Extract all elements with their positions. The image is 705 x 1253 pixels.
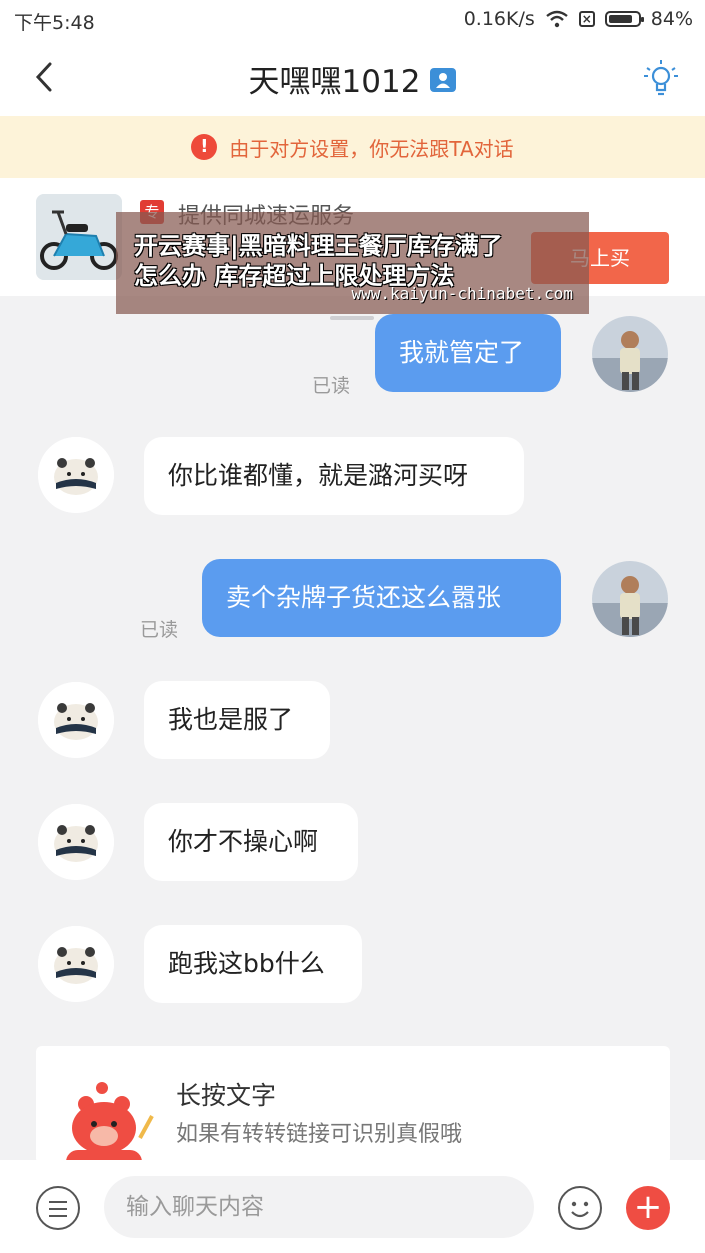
chat-input[interactable]	[104, 1176, 534, 1238]
divider	[330, 316, 374, 320]
overlay-site: www.kaiyun-chinabet.com	[351, 284, 573, 303]
battery-fill	[608, 15, 633, 23]
contact-name: 天嘿嘿1012	[248, 64, 421, 100]
my-avatar[interactable]	[592, 316, 668, 392]
network-speed: 0.16K/s	[463, 8, 535, 30]
warning-icon: !	[191, 134, 218, 160]
message-bubble-incoming[interactable]: 你才不操心啊	[144, 803, 358, 881]
tip-title: 长按文字	[176, 1081, 277, 1110]
message-bubble-incoming[interactable]: 我也是服了	[144, 681, 330, 759]
contact-avatar[interactable]	[38, 926, 114, 1002]
profile-card-icon[interactable]	[430, 67, 457, 92]
read-receipt: 已读	[312, 375, 351, 397]
page-title: 天嘿嘿1012	[0, 56, 705, 101]
blocked-notice: ! 由于对方设置，你无法跟TA对话	[0, 116, 705, 178]
emoji-icon[interactable]	[558, 1186, 602, 1230]
status-bar: 下午5:48 0.16K/s × 84%	[0, 0, 705, 38]
chat-header: 天嘿嘿1012	[0, 38, 705, 116]
status-time: 下午5:48	[14, 12, 95, 34]
tip-card: 长按文字 如果有转转链接可识别真假哦	[36, 1046, 670, 1164]
scooter-thumbnail[interactable]	[36, 194, 122, 280]
tip-subtitle: 如果有转转链接可识别真假哦	[176, 1122, 463, 1147]
contact-avatar[interactable]	[38, 804, 114, 880]
message-bubble-incoming[interactable]: 跑我这bb什么	[144, 925, 362, 1003]
plus-icon[interactable]: +	[626, 1186, 670, 1230]
message-bubble-incoming[interactable]: 你比谁都懂，就是潞河买呀	[144, 437, 524, 515]
battery-icon	[604, 11, 644, 27]
notice-text: 由于对方设置，你无法跟TA对话	[229, 136, 514, 161]
chat-input-bar: +	[0, 1160, 705, 1253]
lightbulb-icon[interactable]	[643, 58, 679, 98]
read-receipt: 已读	[140, 619, 179, 641]
contact-avatar[interactable]	[38, 437, 114, 513]
message-bubble-outgoing[interactable]: 我就管定了	[375, 314, 561, 392]
bear-mascot-icon	[66, 1082, 154, 1164]
wifi-icon	[546, 10, 568, 28]
message-bubble-outgoing[interactable]: 卖个杂牌子货还这么嚣张	[202, 559, 561, 637]
watermark-overlay: 开云赛事|黑暗料理王餐厅库存满了 怎么办 库存超过上限处理方法 www.kaiy…	[116, 212, 589, 314]
menu-icon[interactable]	[36, 1186, 80, 1230]
status-indicators: 0.16K/s × 84%	[464, 8, 693, 30]
battery-percent: 84%	[650, 8, 693, 30]
no-sim-icon: ×	[578, 11, 595, 27]
contact-avatar[interactable]	[38, 682, 114, 758]
my-avatar[interactable]	[592, 561, 668, 637]
